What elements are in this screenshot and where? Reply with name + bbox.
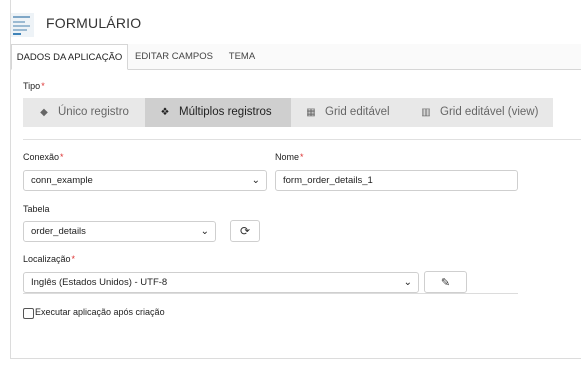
- refresh-button[interactable]: ⟳: [230, 220, 260, 242]
- tab-bar: DADOS DA APLICAÇÃO EDITAR CAMPOS TEMA: [11, 44, 581, 70]
- chevron-down-icon: ⌄: [403, 277, 412, 288]
- edit-icon: ✎: [440, 277, 451, 289]
- tipo-option-grid-editavel-view[interactable]: ▥ Grid editável (view): [406, 98, 553, 127]
- divider: [23, 139, 581, 140]
- tab-editar-campos[interactable]: EDITAR CAMPOS: [133, 44, 215, 69]
- table-grid-icon: ▦: [306, 107, 316, 118]
- tab-dados-da-aplicacao[interactable]: DADOS DA APLICAÇÃO: [11, 44, 128, 70]
- chevron-down-icon: ⌄: [200, 226, 209, 237]
- header: FORMULÁRIO: [11, 0, 581, 44]
- required-mark: *: [41, 81, 45, 91]
- page-title: FORMULÁRIO: [46, 15, 142, 31]
- tipo-option-grid-editavel[interactable]: ▦ Grid editável: [291, 98, 406, 127]
- edit-localizacao-button[interactable]: ✎: [424, 271, 467, 293]
- required-mark: *: [60, 152, 64, 162]
- tipo-label: Tipo*: [23, 81, 45, 91]
- tipo-option-unico-registro[interactable]: ◆ Único registro: [23, 98, 145, 127]
- cubes-icon: ❖: [160, 107, 170, 118]
- conexao-label: Conexão*: [23, 152, 64, 162]
- divider: [23, 293, 518, 294]
- form-icon: [11, 13, 34, 37]
- tab-tema[interactable]: TEMA: [223, 44, 261, 69]
- nome-input[interactable]: form_order_details_1: [275, 170, 518, 191]
- executar-label: Executar aplicação após criação: [35, 307, 165, 317]
- required-mark: *: [71, 254, 76, 264]
- tabela-label: Tabela: [23, 204, 50, 214]
- executar-checkbox[interactable]: [23, 308, 34, 319]
- main-panel: Tipo* ◆ Único registro ❖ Múltiplos registr…: [11, 70, 581, 358]
- refresh-icon: ⟳: [239, 224, 251, 238]
- app-frame: FORMULÁRIO DADOS DA APLICAÇÃO EDITAR CAM…: [10, 0, 581, 359]
- columns-icon: ▥: [421, 107, 431, 118]
- cube-icon: ◆: [40, 107, 48, 118]
- tipo-selector: ◆ Único registro ❖ Múltiplos registros ▦ Gr…: [23, 98, 553, 127]
- tabela-select[interactable]: order_details ⌄: [23, 221, 216, 242]
- nome-label: Nome*: [275, 152, 304, 162]
- tipo-option-multiplos-registros[interactable]: ❖ Múltiplos registros: [145, 98, 291, 127]
- localizacao-select[interactable]: Inglês (Estados Unidos) - UTF-8 ⌄: [23, 272, 419, 293]
- required-mark: *: [300, 152, 304, 162]
- localizacao-label: Localização*: [23, 254, 76, 264]
- conexao-select[interactable]: conn_example ⌄: [23, 170, 267, 191]
- chevron-down-icon: ⌄: [251, 175, 260, 186]
